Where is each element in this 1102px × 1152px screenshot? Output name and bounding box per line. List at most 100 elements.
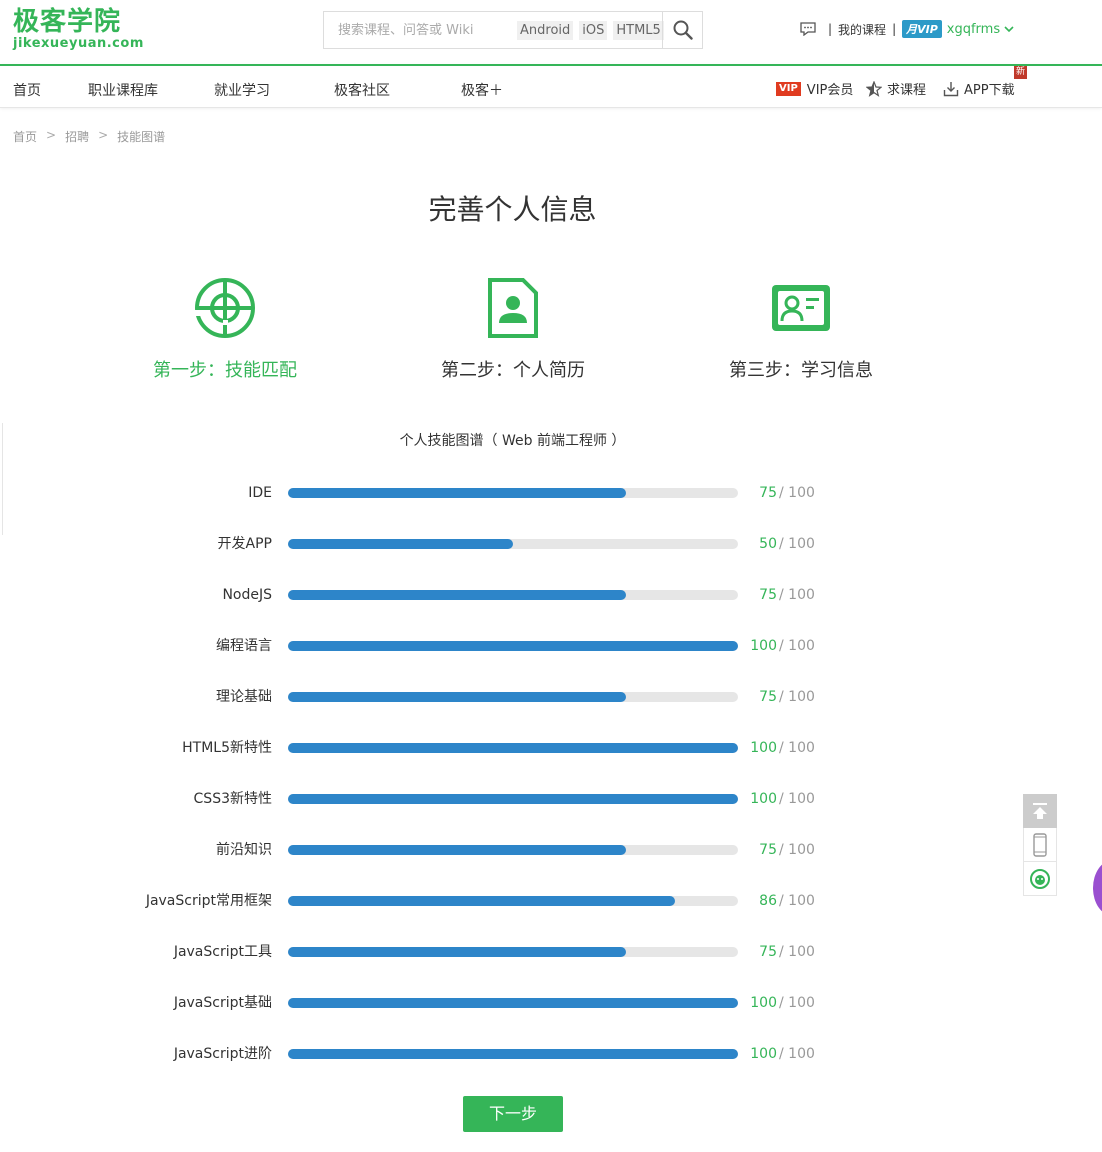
search-tag-android[interactable]: Android: [517, 21, 574, 40]
skill-label: CSS3新特性: [193, 791, 272, 807]
skill-row: CSS3新特性 100/ 100: [0, 790, 1102, 810]
search-tag-html5[interactable]: HTML5: [613, 21, 664, 40]
page-title: 完善个人信息: [428, 193, 597, 226]
skill-bar: [288, 692, 626, 702]
download-icon: [943, 81, 959, 96]
breadcrumb-recruit[interactable]: 招聘: [65, 128, 89, 145]
resume-icon: [488, 278, 538, 338]
customer-service-button[interactable]: [1023, 862, 1057, 896]
skill-max: / 100: [779, 740, 815, 756]
skill-score: 75: [759, 842, 777, 858]
request-course-link[interactable]: 求课程: [866, 79, 926, 98]
nav-item-geek-plus[interactable]: 极客＋: [461, 80, 503, 100]
skill-max: / 100: [779, 638, 815, 654]
site-header: 极客学院 jikexueyuan.com Android iOS HTML5 |…: [0, 0, 1102, 64]
nav-item-employment[interactable]: 就业学习: [214, 80, 270, 100]
nav-item-community[interactable]: 极客社区: [334, 80, 390, 100]
step-1[interactable]: 第一步：技能匹配: [125, 276, 325, 382]
skill-bar-track: [288, 896, 738, 906]
search-box: Android iOS HTML5: [323, 11, 703, 49]
search-input[interactable]: [324, 12, 514, 48]
nav-item-home[interactable]: 首页: [13, 80, 41, 100]
skill-bar-track: [288, 590, 738, 600]
chart-title: 个人技能图谱（ Web 前端工程师 ）: [399, 433, 626, 449]
nav-item-career-courses[interactable]: 职业课程库: [88, 80, 158, 100]
skill-bar: [288, 947, 626, 957]
site-logo[interactable]: 极客学院 jikexueyuan.com: [13, 7, 144, 51]
skill-bar-track: [288, 692, 738, 702]
skill-bar: [288, 794, 738, 804]
user-area: | 我的课程 | 月VIP xgqfrms: [800, 20, 1014, 38]
skill-bar-track: [288, 794, 738, 804]
skill-label: IDE: [248, 485, 272, 501]
skill-bar-track: [288, 1049, 738, 1059]
step-2[interactable]: 第二步：个人简历: [413, 276, 613, 382]
skill-row: HTML5新特性 100/ 100: [0, 739, 1102, 759]
skill-max: / 100: [779, 893, 815, 909]
skill-bar: [288, 590, 626, 600]
skill-score: 50: [759, 536, 777, 552]
skill-max: / 100: [779, 995, 815, 1011]
search-icon: [673, 20, 693, 40]
skill-bar-track: [288, 845, 738, 855]
skill-bar: [288, 1049, 738, 1059]
support-icon: [1030, 868, 1050, 889]
mobile-app-button[interactable]: [1023, 828, 1057, 862]
skill-score: 100: [750, 791, 777, 807]
skill-max: / 100: [779, 536, 815, 552]
my-courses-link[interactable]: 我的课程: [838, 21, 886, 38]
step-3-label: 第三步：学习信息: [729, 360, 873, 381]
skill-score: 75: [759, 689, 777, 705]
vip-tag: VIP: [776, 81, 801, 96]
vip-member-link[interactable]: VIP VIP会员: [776, 79, 853, 98]
skill-bar: [288, 845, 626, 855]
new-badge: 新: [1014, 66, 1027, 79]
skill-max: / 100: [779, 587, 815, 603]
skill-score: 100: [750, 638, 777, 654]
chevron-down-icon[interactable]: [1004, 25, 1014, 33]
skill-bar: [288, 998, 738, 1008]
arrow-up-icon: [1033, 803, 1047, 819]
breadcrumb-home[interactable]: 首页: [13, 128, 37, 145]
username-link[interactable]: xgqfrms: [947, 22, 1000, 37]
skill-label: 编程语言: [216, 638, 272, 654]
breadcrumb-skill-map: 技能图谱: [117, 130, 166, 144]
vip-member-label: VIP会员: [806, 83, 854, 98]
skill-label: JavaScript基础: [173, 995, 272, 1011]
skill-row: NodeJS 75/ 100: [0, 586, 1102, 606]
vip-badge[interactable]: 月VIP: [902, 20, 942, 38]
divider: |: [892, 22, 897, 36]
target-icon: [195, 278, 255, 338]
skill-label: JavaScript常用框架: [145, 893, 272, 909]
back-to-top-button[interactable]: [1023, 794, 1057, 828]
skill-row: 开发APP 50/ 100: [0, 535, 1102, 555]
skill-max: / 100: [779, 1046, 815, 1062]
message-icon[interactable]: [800, 22, 816, 36]
step-1-label: 第一步：技能匹配: [153, 360, 297, 381]
skill-row: 编程语言 100/ 100: [0, 637, 1102, 657]
main-nav: 首页 职业课程库 就业学习 极客社区 极客＋ VIP VIP会员 求课程 APP…: [0, 64, 1102, 108]
star-icon: [866, 80, 882, 97]
skill-score: 75: [759, 944, 777, 960]
skill-score: 75: [759, 485, 777, 501]
skill-row: JavaScript常用框架 86/ 100: [0, 892, 1102, 912]
search-tag-ios[interactable]: iOS: [579, 21, 608, 40]
skill-bar-track: [288, 998, 738, 1008]
phone-icon: [1033, 832, 1047, 857]
skill-bar: [288, 743, 738, 753]
step-3[interactable]: 第三步：学习信息: [701, 276, 901, 382]
side-toolbar: [1023, 794, 1057, 896]
skill-label: NodeJS: [222, 587, 272, 603]
next-step-button[interactable]: 下一步: [463, 1096, 563, 1132]
skill-max: / 100: [779, 689, 815, 705]
skill-bar-track: [288, 488, 738, 498]
search-button[interactable]: [662, 12, 702, 48]
skill-row: JavaScript基础 100/ 100: [0, 994, 1102, 1014]
skill-label: JavaScript工具: [173, 944, 272, 960]
app-download-link[interactable]: APP下载: [943, 79, 1015, 98]
app-download-label: APP下载: [964, 83, 1015, 98]
divider: |: [828, 22, 833, 36]
skill-row: IDE 75/ 100: [0, 484, 1102, 504]
skill-max: / 100: [779, 485, 815, 501]
skill-bar: [288, 488, 626, 498]
